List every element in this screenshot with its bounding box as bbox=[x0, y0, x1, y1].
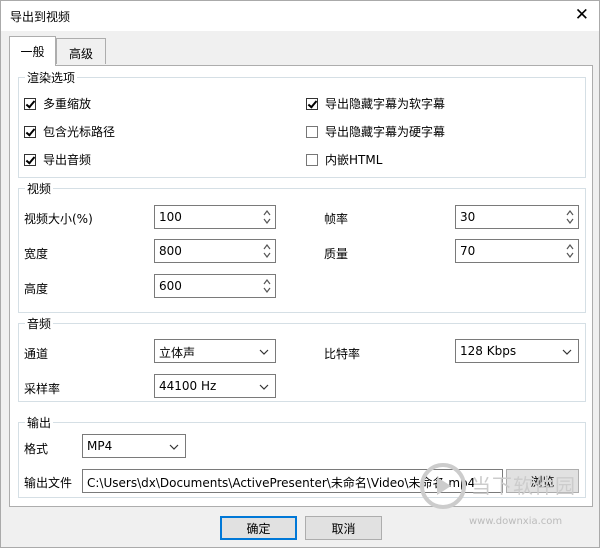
spin-down-icon[interactable] bbox=[262, 216, 272, 226]
samplerate-label: 采样率 bbox=[24, 382, 61, 396]
spin-down-icon[interactable] bbox=[262, 250, 272, 260]
quality-value: 70 bbox=[460, 244, 476, 258]
output-file-input[interactable]: C:\Users\dx\Documents\ActivePresenter\未命… bbox=[82, 469, 503, 493]
checkbox-export-audio-label: 导出音频 bbox=[43, 153, 92, 167]
dialog-title: 导出到视频 bbox=[10, 10, 71, 24]
checkbox-checked-icon bbox=[24, 97, 36, 110]
framerate-spinner[interactable]: 30 bbox=[455, 205, 579, 229]
checkbox-multi-zoom-label: 多重缩放 bbox=[43, 97, 92, 111]
general-tab-panel: 渲染选项 多重缩放 包含光标路径 导出音频 导出隐藏字幕为软字幕 导出隐藏字幕为… bbox=[9, 65, 593, 507]
chevron-down-icon bbox=[259, 384, 269, 390]
bitrate-dropdown[interactable]: 128 Kbps bbox=[455, 339, 579, 363]
audio-legend: 音频 bbox=[27, 317, 52, 331]
samplerate-value: 44100 Hz bbox=[159, 379, 217, 393]
height-value: 600 bbox=[159, 279, 182, 293]
spin-down-icon[interactable] bbox=[565, 216, 575, 226]
checkbox-include-cursor-path[interactable]: 包含光标路径 bbox=[24, 123, 115, 140]
checkbox-hard-subtitles-label: 导出隐藏字幕为硬字幕 bbox=[325, 125, 446, 139]
bitrate-label: 比特率 bbox=[324, 347, 361, 361]
format-dropdown[interactable]: MP4 bbox=[82, 434, 186, 458]
tab-general-label: 一般 bbox=[20, 45, 45, 59]
output-file-value: C:\Users\dx\Documents\ActivePresenter\未命… bbox=[87, 476, 476, 490]
tab-advanced-label: 高级 bbox=[68, 47, 93, 61]
checkbox-checked-icon bbox=[24, 153, 36, 166]
chevron-down-icon bbox=[169, 444, 179, 450]
spin-down-icon[interactable] bbox=[262, 285, 272, 295]
cancel-button[interactable]: 取消 bbox=[305, 516, 382, 540]
channel-value: 立体声 bbox=[159, 346, 196, 360]
checkbox-soft-subtitles[interactable]: 导出隐藏字幕为软字幕 bbox=[306, 95, 445, 112]
checkbox-include-cursor-path-label: 包含光标路径 bbox=[43, 125, 116, 139]
width-spinner[interactable]: 800 bbox=[154, 239, 276, 263]
quality-spinner[interactable]: 70 bbox=[455, 239, 579, 263]
video-size-label: 视频大小(%) bbox=[24, 212, 93, 226]
export-video-dialog: 导出到视频 ✕ 一般 高级 渲染选项 多重缩放 包含光标路径 导出音频 导出隐藏… bbox=[0, 0, 600, 548]
checkbox-checked-icon bbox=[306, 97, 318, 110]
height-label: 高度 bbox=[24, 282, 49, 296]
watermark-url: www.downxia.com bbox=[469, 516, 563, 527]
checkbox-embed-html[interactable]: 内嵌HTML bbox=[306, 151, 382, 168]
close-icon[interactable]: ✕ bbox=[575, 6, 589, 24]
format-value: MP4 bbox=[87, 439, 113, 453]
video-legend: 视频 bbox=[27, 182, 52, 196]
width-value: 800 bbox=[159, 244, 182, 258]
browse-button[interactable]: 浏览 bbox=[506, 469, 579, 493]
output-file-label: 输出文件 bbox=[24, 476, 73, 490]
tab-advanced[interactable]: 高级 bbox=[56, 38, 106, 64]
video-size-spinner[interactable]: 100 bbox=[154, 205, 276, 229]
spin-down-icon[interactable] bbox=[565, 250, 575, 260]
checkbox-unchecked-icon bbox=[306, 153, 318, 166]
title-bar: 导出到视频 ✕ bbox=[1, 1, 599, 31]
render-options-legend: 渲染选项 bbox=[27, 71, 76, 85]
tab-general[interactable]: 一般 bbox=[9, 36, 56, 66]
checkbox-unchecked-icon bbox=[306, 125, 318, 138]
checkbox-soft-subtitles-label: 导出隐藏字幕为软字幕 bbox=[325, 97, 446, 111]
chevron-down-icon bbox=[562, 349, 572, 355]
framerate-label: 帧率 bbox=[324, 212, 349, 226]
format-label: 格式 bbox=[24, 442, 49, 456]
video-size-value: 100 bbox=[159, 210, 182, 224]
bitrate-value: 128 Kbps bbox=[460, 344, 517, 358]
ok-button[interactable]: 确定 bbox=[220, 516, 297, 540]
checkbox-export-audio[interactable]: 导出音频 bbox=[24, 151, 91, 168]
channel-dropdown[interactable]: 立体声 bbox=[154, 339, 276, 363]
checkbox-checked-icon bbox=[24, 125, 36, 138]
checkbox-multi-zoom[interactable]: 多重缩放 bbox=[24, 95, 91, 112]
checkbox-embed-html-label: 内嵌HTML bbox=[325, 153, 383, 167]
quality-label: 质量 bbox=[324, 247, 349, 261]
samplerate-dropdown[interactable]: 44100 Hz bbox=[154, 374, 276, 398]
channel-label: 通道 bbox=[24, 347, 49, 361]
output-legend: 输出 bbox=[27, 416, 52, 430]
height-spinner[interactable]: 600 bbox=[154, 274, 276, 298]
chevron-down-icon bbox=[259, 349, 269, 355]
width-label: 宽度 bbox=[24, 247, 49, 261]
framerate-value: 30 bbox=[460, 210, 476, 224]
checkbox-hard-subtitles[interactable]: 导出隐藏字幕为硬字幕 bbox=[306, 123, 445, 140]
